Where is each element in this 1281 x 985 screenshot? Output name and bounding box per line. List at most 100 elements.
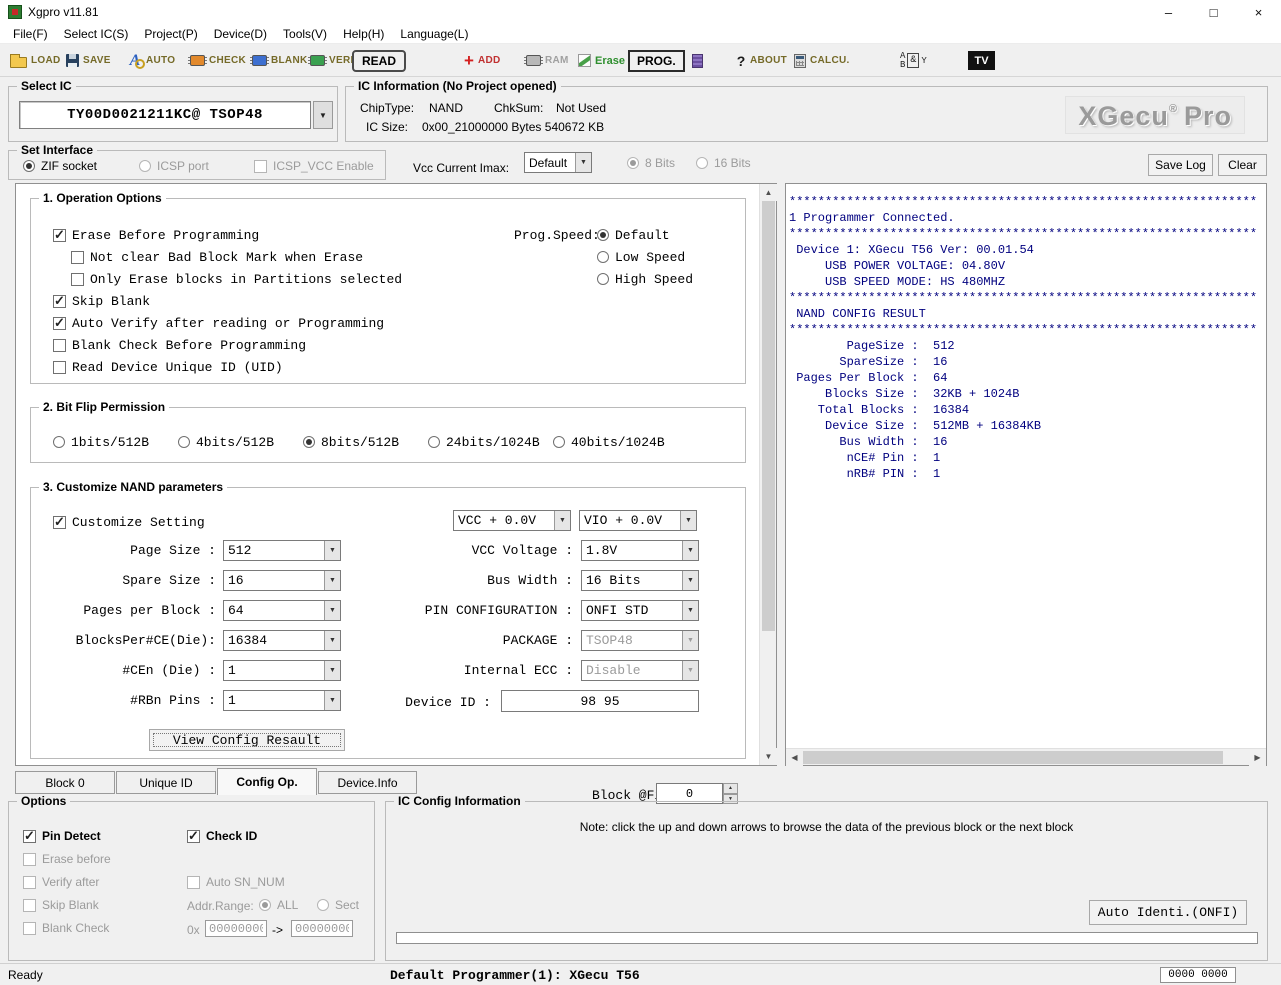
select-ic-dropdown-button[interactable]	[313, 101, 333, 129]
view-config-result-button[interactable]: View Config Resault	[149, 729, 345, 751]
blocks-per-ce-label: BlocksPer#CE(Die):	[31, 633, 216, 648]
checkbox-icon	[23, 922, 36, 935]
vcc-imax-select[interactable]: Default	[524, 152, 592, 173]
bus-width-select[interactable]: 16 Bits	[581, 570, 699, 591]
load-button[interactable]: LOAD	[10, 48, 61, 73]
read-button[interactable]: READ	[352, 48, 406, 73]
radio-8bits-512b[interactable]: 8bits/512B	[303, 434, 399, 450]
menu-select-ic[interactable]: Select IC(S)	[56, 24, 137, 44]
tv-button[interactable]: TV	[968, 48, 995, 73]
ic-config-group: IC Config Information Note: click the up…	[385, 801, 1268, 961]
options-legend: Options	[17, 794, 70, 808]
bit-flip-group: 2. Bit Flip Permission 1bits/512B 4bits/…	[30, 407, 746, 463]
icsize-value: 0x00_21000000 Bytes 540672 KB	[422, 120, 604, 134]
pin-configuration-select[interactable]: ONFI STD	[581, 600, 699, 621]
checkbox-pin-detect[interactable]: Pin Detect	[23, 828, 101, 844]
config-panel-scrollbar[interactable]: ▲ ▼	[759, 184, 776, 765]
prog-button[interactable]: PROG.	[628, 48, 685, 73]
pages-per-block-select[interactable]: 64	[223, 600, 341, 621]
menu-language[interactable]: Language(L)	[392, 24, 476, 44]
radio-16-bits: 16 Bits	[696, 155, 751, 171]
checkbox-check-id[interactable]: Check ID	[187, 828, 257, 844]
vio-offset-select[interactable]: VIO + 0.0V	[579, 510, 697, 531]
radio-icon	[428, 436, 440, 448]
radio-speed-low[interactable]: Low Speed	[597, 249, 685, 265]
check-button[interactable]: CHECK	[190, 48, 246, 73]
menu-help[interactable]: Help(H)	[335, 24, 392, 44]
checkbox-auto-verify[interactable]: Auto Verify after reading or Programming	[53, 315, 384, 331]
erase-button[interactable]: Erase	[578, 48, 625, 73]
radio-8-bits: 8 Bits	[627, 155, 675, 171]
scroll-up-icon[interactable]: ▲	[760, 184, 777, 201]
radio-1bits-512b[interactable]: 1bits/512B	[53, 434, 149, 450]
vcc-voltage-select[interactable]: 1.8V	[581, 540, 699, 561]
checkbox-skip-blank[interactable]: Skip Blank	[53, 293, 150, 309]
menu-project[interactable]: Project(P)	[136, 24, 205, 44]
tab-device-info[interactable]: Device.Info	[318, 771, 417, 794]
cen-die-select[interactable]: 1	[223, 660, 341, 681]
chevron-down-icon	[554, 511, 570, 530]
radio-40bits-1024b[interactable]: 40bits/1024B	[553, 434, 665, 450]
nand-params-legend: 3. Customize NAND parameters	[39, 480, 227, 494]
vcc-offset-select[interactable]: VCC + 0.0V	[453, 510, 571, 531]
checkbox-blank-check-before[interactable]: Blank Check Before Programming	[53, 337, 306, 353]
radio-speed-default[interactable]: Default	[597, 227, 670, 243]
prog-speed-label: Prog.Speed:	[514, 228, 600, 243]
rbn-pins-label: #RBn Pins :	[31, 693, 216, 708]
ic-test-button[interactable]	[692, 48, 703, 73]
config-panel: 1. Operation Options Erase Before Progra…	[15, 183, 777, 766]
scroll-left-icon[interactable]: ◀	[786, 749, 803, 766]
app-icon	[8, 5, 22, 19]
radio-4bits-512b[interactable]: 4bits/512B	[178, 434, 274, 450]
minimize-button[interactable]: –	[1146, 0, 1191, 24]
menu-tools[interactable]: Tools(V)	[275, 24, 335, 44]
radio-zif-socket[interactable]: ZIF socket	[23, 158, 97, 174]
scroll-down-icon[interactable]: ▼	[760, 748, 777, 765]
blank-button[interactable]: BLANK	[252, 48, 308, 73]
checkbox-read-uid[interactable]: Read Device Unique ID (UID)	[53, 359, 283, 375]
radio-24bits-1024b[interactable]: 24bits/1024B	[428, 434, 540, 450]
rbn-pins-select[interactable]: 1	[223, 690, 341, 711]
clear-button[interactable]: Clear	[1218, 154, 1267, 176]
tab-block-0[interactable]: Block 0	[15, 771, 115, 794]
scrollbar-thumb[interactable]	[803, 751, 1223, 764]
radio-speed-high[interactable]: High Speed	[597, 271, 693, 287]
menu-device[interactable]: Device(D)	[206, 24, 275, 44]
spinner-up-icon[interactable]: ▲	[723, 783, 738, 794]
checkbox-customize-setting[interactable]: Customize Setting	[53, 514, 205, 530]
chip-verify-icon	[310, 55, 325, 66]
auto-identify-button[interactable]: Auto Identi.(ONFI)	[1089, 900, 1247, 925]
scroll-right-icon[interactable]: ▶	[1249, 749, 1266, 766]
calcu-button[interactable]: CALCU.	[794, 48, 850, 73]
checkbox-not-clear-bad-block[interactable]: Not clear Bad Block Mark when Erase	[71, 249, 363, 265]
maximize-button[interactable]: □	[1191, 0, 1236, 24]
menu-file[interactable]: File(F)	[5, 24, 56, 44]
chiptype-label: ChipType:	[360, 101, 414, 115]
nand-params-group: 3. Customize NAND parameters Customize S…	[30, 487, 746, 759]
logic-test-button[interactable]: A B & Y	[900, 48, 927, 73]
tab-config-op[interactable]: Config Op.	[217, 768, 317, 795]
log-scrollbar[interactable]: ◀ ▶	[786, 748, 1266, 765]
radio-icon	[53, 436, 65, 448]
vcc-voltage-label: VCC Voltage :	[331, 543, 573, 558]
scrollbar-thumb[interactable]	[762, 201, 775, 631]
checkbox-erase-before-programming[interactable]: Erase Before Programming	[53, 227, 259, 243]
save-button[interactable]: SAVE	[66, 48, 111, 73]
add-button[interactable]: ADD	[464, 48, 501, 73]
close-button[interactable]: ×	[1236, 0, 1281, 24]
save-log-button[interactable]: Save Log	[1148, 154, 1213, 176]
page-size-select[interactable]: 512	[223, 540, 341, 561]
auto-button[interactable]: AUTO	[128, 48, 175, 73]
checkbox-icon	[23, 876, 36, 889]
checkbox-only-erase-partitions[interactable]: Only Erase blocks in Partitions selected	[71, 271, 402, 287]
select-ic-legend: Select IC	[17, 79, 76, 93]
tab-unique-id[interactable]: Unique ID	[116, 771, 216, 794]
about-button[interactable]: ABOUT	[736, 48, 787, 73]
checkbox-icsp-vcc-enable: ICSP_VCC Enable	[254, 158, 374, 174]
icsize-label: IC Size:	[366, 120, 408, 134]
selected-ic-value[interactable]: TY00D0021211KC@ TSOP48	[19, 101, 311, 129]
radio-icon	[139, 160, 151, 172]
spare-size-select[interactable]: 16	[223, 570, 341, 591]
blocks-per-ce-select[interactable]: 16384	[223, 630, 341, 651]
set-interface-group: Set Interface ZIF socket ICSP port ICSP_…	[8, 150, 386, 180]
